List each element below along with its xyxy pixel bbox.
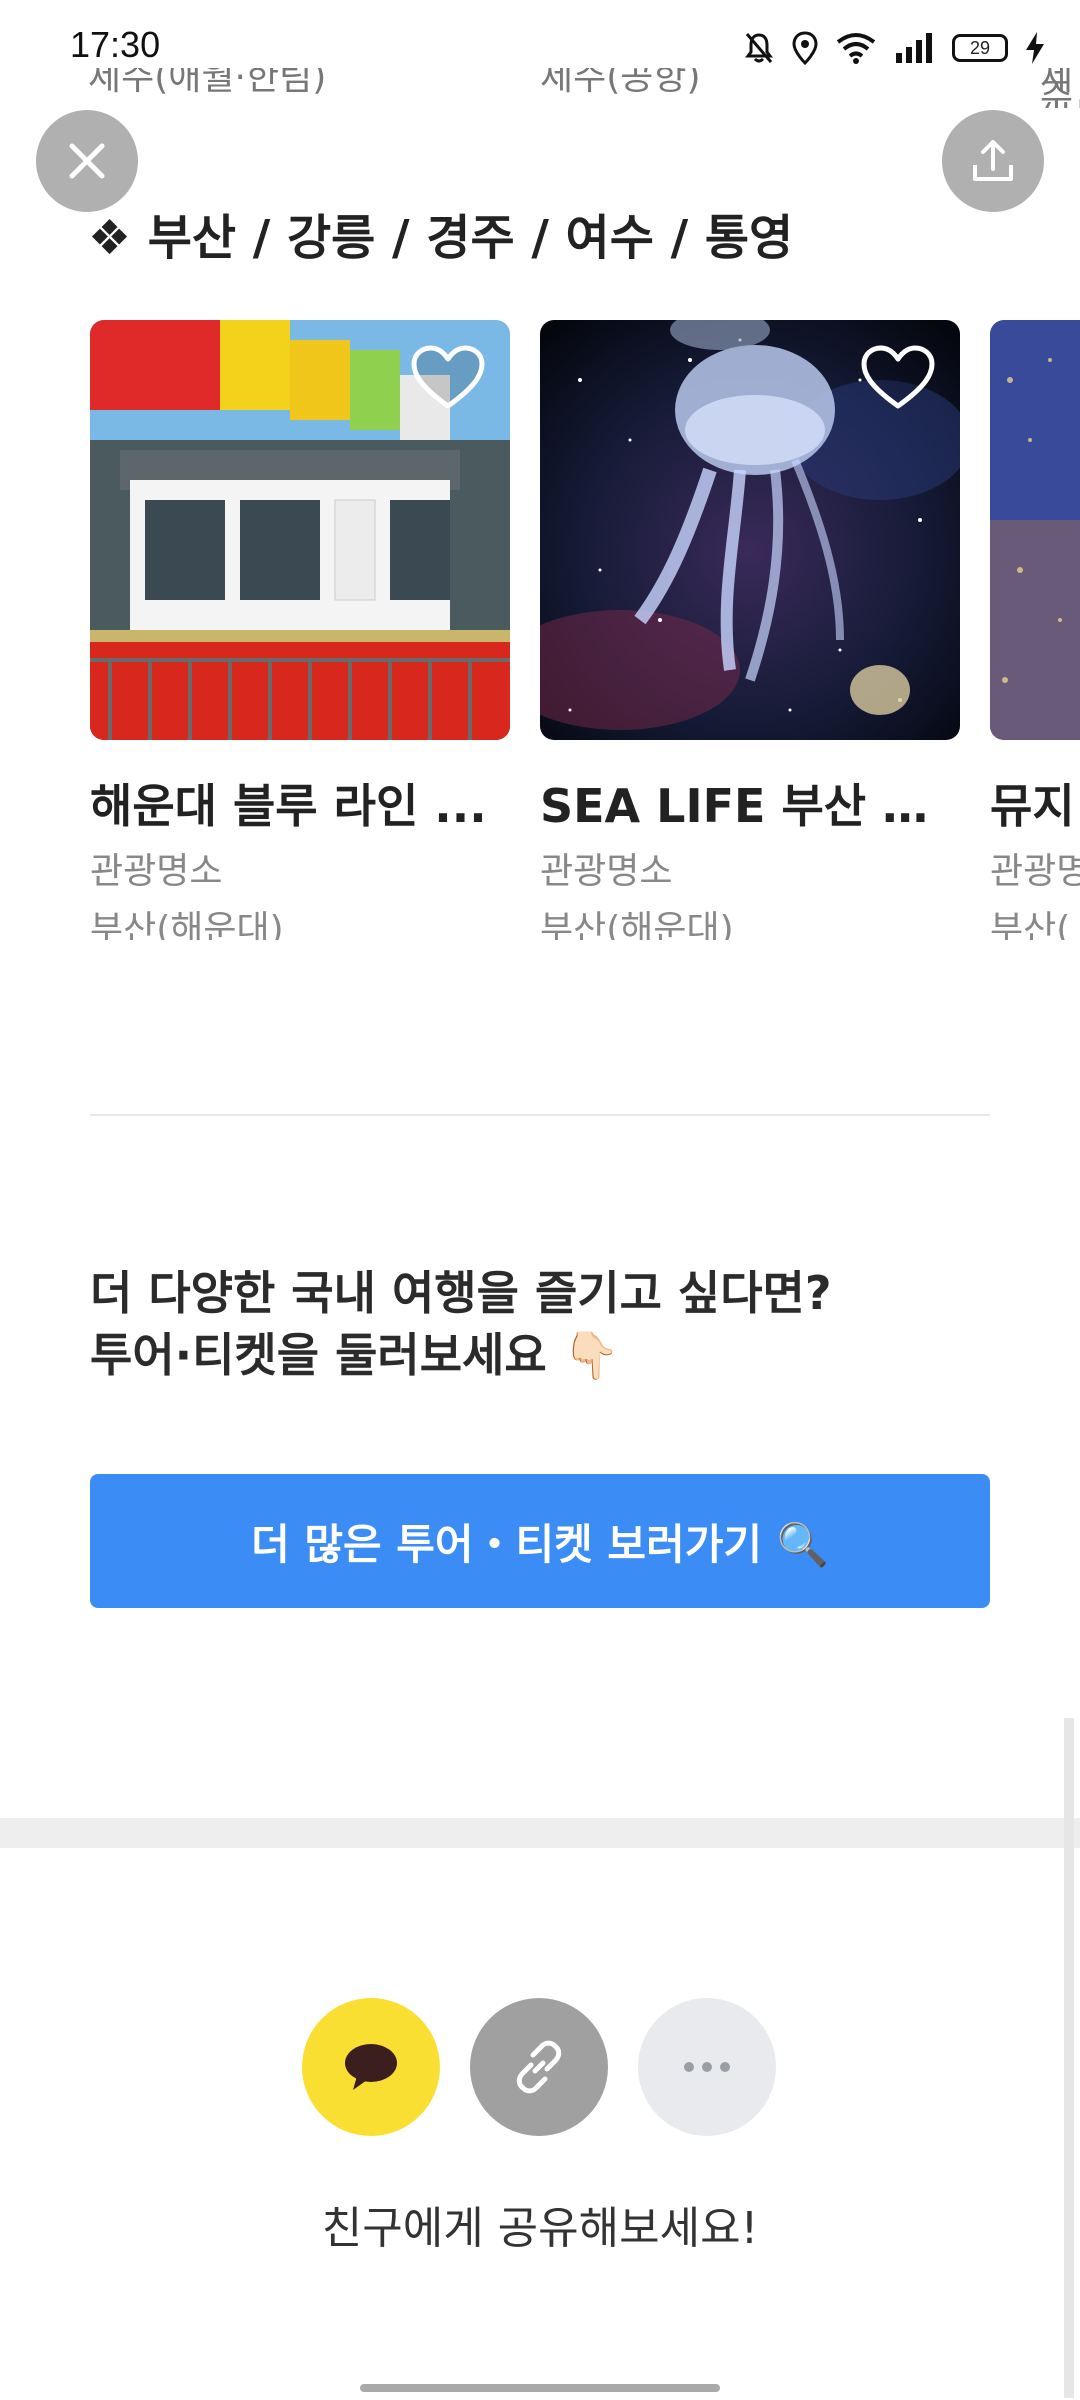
battery-indicator: 29: [952, 34, 1008, 62]
heart-outline-icon[interactable]: [860, 344, 936, 412]
promo-line-2: 투어·티켓을 둘러보세요 👇🏻: [90, 1328, 620, 1382]
kakao-talk-icon: [345, 2044, 397, 2090]
more-dots-icon: [684, 2062, 730, 2072]
attraction-card[interactable]: 해운대 블루 라인 ... 관광명소 부산(해운대): [90, 320, 510, 940]
section-separator: [0, 1818, 1080, 1848]
card-category: 관광명소: [90, 851, 223, 892]
charging-icon: [1026, 32, 1044, 64]
location-icon: [792, 31, 818, 65]
section-title: ❖ 부산 / 강릉 / 경주 / 여수 / 통영: [88, 210, 794, 266]
share-upload-icon: [973, 140, 1013, 181]
status-icons: 29: [744, 28, 1044, 68]
share-options: [302, 1998, 776, 2136]
more-tours-tickets-button[interactable]: 더 많은 투어・티켓 보러가기 🔍: [90, 1474, 990, 1608]
card-location: 부산(해운대): [90, 909, 284, 940]
promo-line-1: 더 다양한 국내 여행을 즐기고 싶다면?: [90, 1266, 832, 1320]
kakao-share-button[interactable]: [302, 1998, 440, 2136]
card-title: 해운대 블루 라인 ...: [90, 779, 487, 833]
card-image-jellyfish: [540, 320, 960, 740]
attraction-card[interactable]: 뮤지 관광명 부산(: [990, 320, 1080, 940]
card-category: 관광명소: [540, 851, 673, 892]
clipped-location: 제주(서: [1040, 68, 1080, 108]
copy-link-button[interactable]: [470, 1998, 608, 2136]
scrollbar[interactable]: [1064, 1718, 1074, 2398]
card-image-tram: [90, 320, 510, 740]
card-category: 관광명: [990, 851, 1080, 892]
card-location: 부산(: [990, 909, 1071, 940]
attraction-carousel[interactable]: 해운대 블루 라인 ... 관광명소 부산(해운대) SEA LIFE 부산 아…: [0, 320, 1080, 940]
share-label: 친구에게 공유해보세요!: [321, 2203, 759, 2254]
mute-bell-icon: [745, 33, 773, 63]
wifi-icon: [836, 33, 876, 64]
share-upload-button[interactable]: [942, 110, 1044, 212]
card-title: 뮤지: [990, 779, 1075, 833]
attraction-card[interactable]: SEA LIFE 부산 아... 관광명소 부산(해운대): [540, 320, 960, 940]
more-share-button[interactable]: [638, 1998, 776, 2136]
status-time: 17:30: [70, 24, 161, 65]
clipped-location: 제주(공항): [540, 68, 701, 98]
section-divider: [90, 1114, 990, 1116]
clipped-location: 제주(애월·한림): [88, 68, 327, 98]
close-button[interactable]: [36, 110, 138, 212]
card-title: SEA LIFE 부산 아...: [540, 779, 960, 833]
promo-text: 더 다양한 국내 여행을 즐기고 싶다면? 투어·티켓을 둘러보세요 👇🏻: [90, 1262, 832, 1386]
home-indicator[interactable]: [360, 2384, 720, 2392]
signal-icon: [896, 33, 932, 63]
close-icon: [69, 143, 105, 179]
link-icon: [516, 2040, 562, 2094]
card-image-museum: [990, 320, 1080, 740]
cta-label: 더 많은 투어・티켓 보러가기 🔍: [251, 1519, 829, 1569]
card-location: 부산(해운대): [540, 909, 734, 940]
heart-outline-icon[interactable]: [410, 344, 486, 412]
